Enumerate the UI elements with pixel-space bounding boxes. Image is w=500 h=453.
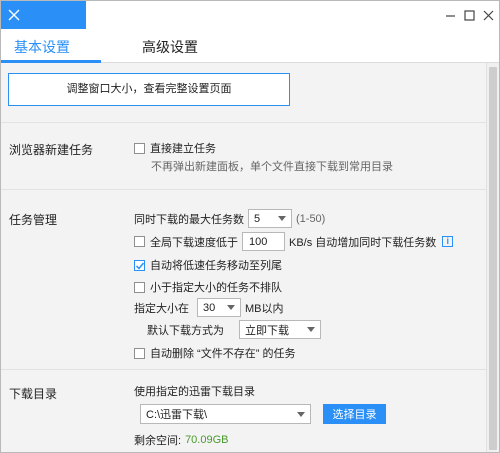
- move-slow-row[interactable]: 自动将低速任务移动至列尾: [134, 257, 282, 273]
- small-no-queue-checkbox[interactable]: [134, 281, 145, 293]
- move-slow-label: 自动将低速任务移动至列尾: [150, 260, 282, 272]
- direct-create-label: 直接建立任务: [150, 143, 216, 155]
- close-tab-button[interactable]: [1, 1, 86, 29]
- resize-banner[interactable]: 调整窗口大小，查看完整设置页面: [8, 73, 290, 106]
- default-mode-label: 默认下载方式为: [147, 324, 224, 337]
- free-space-row: 剩余空间: 70.09GB: [134, 432, 228, 448]
- section-divider: [1, 189, 486, 190]
- chevron-down-icon: [297, 411, 305, 417]
- minimize-button[interactable]: [445, 10, 456, 21]
- speed-limit-label: 全局下载速度低于: [150, 236, 238, 249]
- max-tasks-select[interactable]: 5: [248, 209, 292, 228]
- max-tasks-value: 5: [254, 212, 261, 225]
- size-limit-suffix: MB以内: [245, 302, 284, 315]
- close-icon: [483, 10, 494, 21]
- minimize-icon: [446, 15, 455, 17]
- small-no-queue-row[interactable]: 小于指定大小的任务不排队: [134, 279, 282, 295]
- section-divider: [1, 122, 486, 123]
- checkmark-icon: [135, 262, 145, 270]
- maximize-button[interactable]: [464, 10, 475, 21]
- chevron-down-icon: [227, 305, 235, 310]
- tab-basic-settings[interactable]: 基本设置: [14, 37, 70, 57]
- move-slow-checkbox[interactable]: [134, 259, 145, 271]
- default-mode-row: 默认下载方式为 立即下载: [147, 320, 325, 339]
- max-tasks-row: 同时下载的最大任务数 5 (1-50): [134, 209, 325, 228]
- download-dir-use-label: 使用指定的迅雷下载目录: [134, 386, 255, 398]
- max-tasks-range: (1-50): [296, 212, 326, 225]
- chevron-down-icon: [278, 216, 286, 221]
- info-icon[interactable]: i: [442, 236, 454, 247]
- speed-limit-row: 全局下载速度低于 100 KB/s 自动增加同时下载任务数 i: [134, 232, 454, 251]
- direct-create-row[interactable]: 直接建立任务: [134, 140, 216, 156]
- free-space-label: 剩余空间:: [134, 435, 182, 447]
- tab-advanced-settings[interactable]: 高级设置: [142, 37, 198, 57]
- chevron-down-icon: [307, 327, 315, 332]
- auto-delete-row[interactable]: 自动删除 “文件不存在” 的任务: [134, 345, 295, 361]
- scrollbar-thumb[interactable]: [489, 67, 497, 450]
- speed-limit-input[interactable]: 100: [242, 232, 285, 251]
- size-limit-row: 指定大小在 30 MB以内: [134, 298, 284, 317]
- direct-create-hint: 不再弹出新建面板，单个文件直接下载到常用目录: [151, 161, 393, 173]
- size-limit-select[interactable]: 30: [197, 298, 241, 317]
- download-path-select[interactable]: C:\迅雷下载\: [140, 404, 311, 424]
- download-path-value: C:\迅雷下载\: [146, 409, 208, 421]
- default-mode-select[interactable]: 立即下载: [239, 320, 321, 339]
- maximize-icon: [464, 10, 475, 21]
- size-limit-label: 指定大小在: [134, 302, 189, 315]
- direct-create-checkbox[interactable]: [134, 142, 145, 154]
- window-close-button[interactable]: [483, 10, 494, 21]
- size-limit-value: 30: [203, 301, 216, 314]
- close-icon: [8, 9, 20, 21]
- section-title-download-dir: 下载目录: [9, 387, 58, 401]
- download-dir-row: C:\迅雷下载\ 选择目录: [134, 404, 386, 424]
- max-tasks-label: 同时下载的最大任务数: [134, 213, 244, 226]
- small-no-queue-label: 小于指定大小的任务不排队: [150, 282, 282, 294]
- speed-limit-suffix: KB/s 自动增加同时下载任务数: [289, 236, 437, 249]
- speed-limit-checkbox[interactable]: [134, 236, 145, 247]
- free-space-value: 70.09GB: [185, 434, 229, 446]
- auto-delete-checkbox[interactable]: [134, 347, 145, 359]
- auto-delete-label: 自动删除 “文件不存在” 的任务: [150, 348, 296, 360]
- section-title-task-manage: 任务管理: [9, 213, 58, 227]
- section-divider: [1, 369, 486, 370]
- default-mode-value: 立即下载: [245, 324, 289, 337]
- choose-directory-button[interactable]: 选择目录: [323, 404, 386, 424]
- settings-window: 基本设置 高级设置 调整窗口大小，查看完整设置页面 浏览器新建任务 直接建立任务…: [0, 0, 500, 453]
- section-title-browser-task: 浏览器新建任务: [9, 143, 94, 157]
